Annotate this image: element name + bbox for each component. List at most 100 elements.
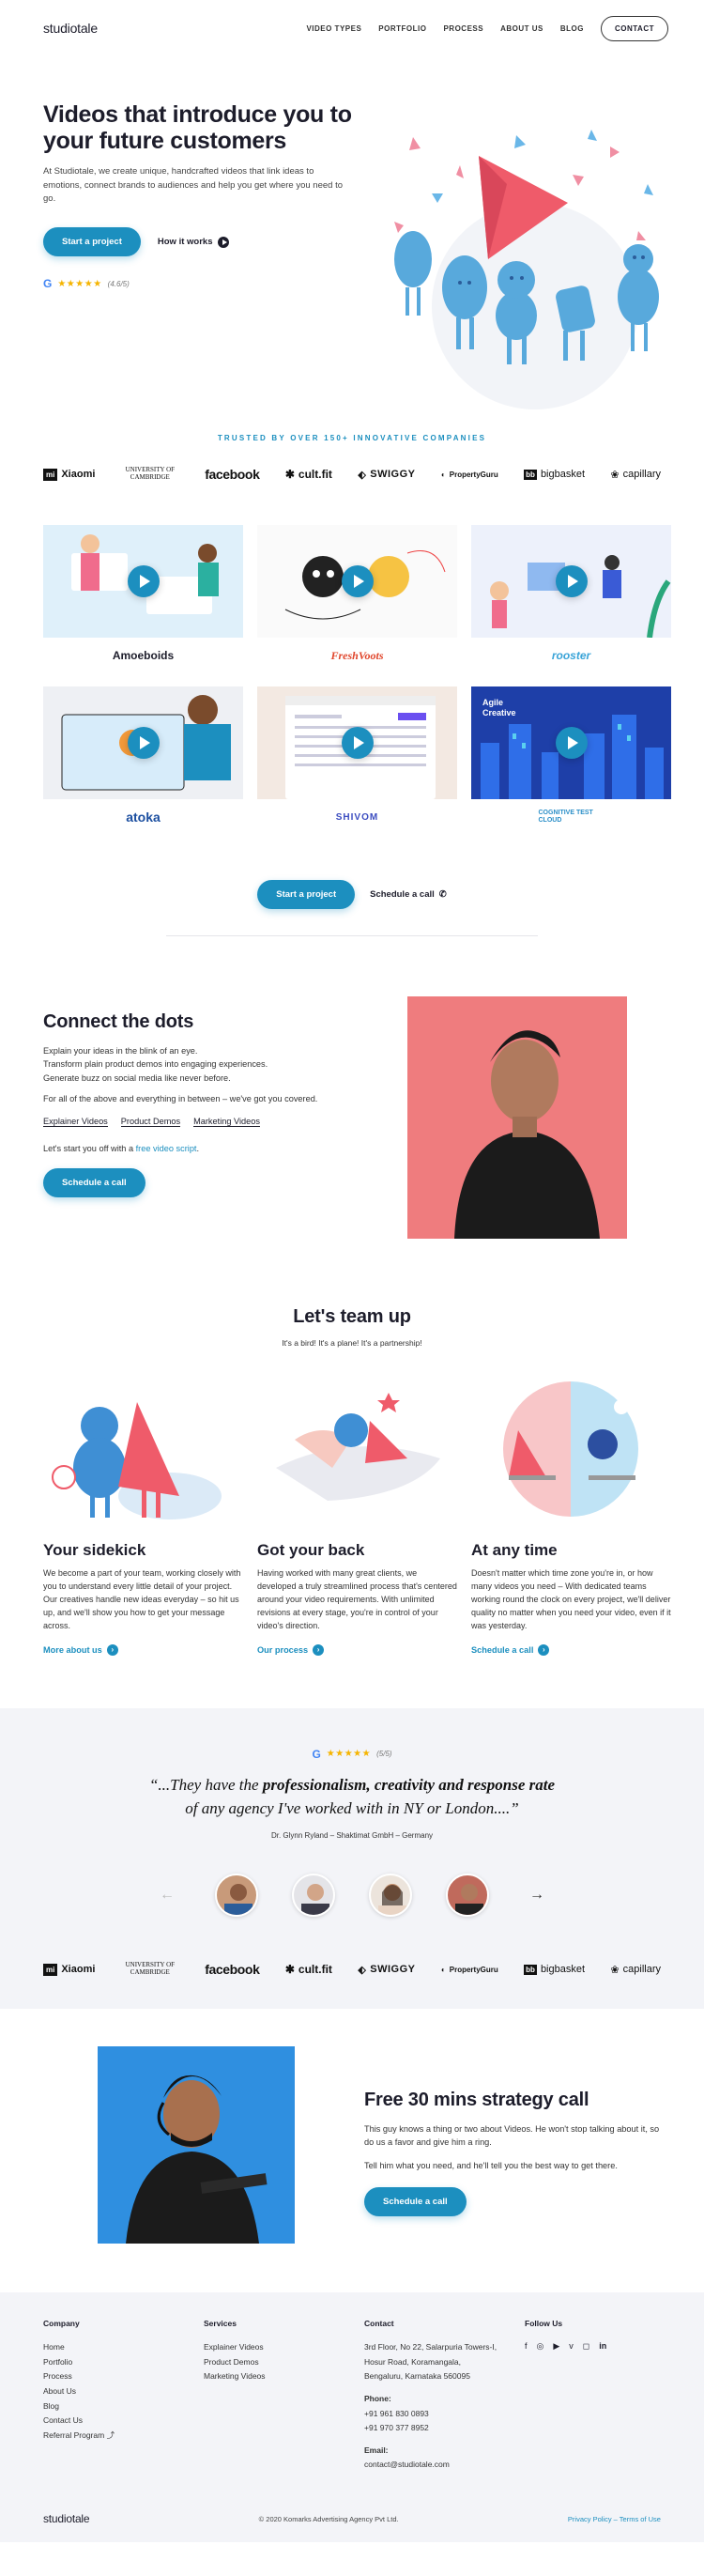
prev-arrow-icon[interactable]: ← [153, 1887, 181, 1904]
footer-link-marketing[interactable]: Marketing Videos [204, 2370, 364, 2383]
connect-title: Connect the dots [43, 1011, 194, 1032]
play-button-icon[interactable] [127, 727, 160, 759]
play-button-icon[interactable] [127, 565, 160, 597]
got-your-back-illustration [276, 1393, 440, 1502]
hero-text: Videos that introduce you to your future… [43, 101, 362, 290]
footer-link-referral[interactable]: Referral Program ⤴ [43, 2429, 204, 2443]
product-demos-link[interactable]: Product Demos [120, 1117, 181, 1127]
video-thumbnail[interactable] [43, 525, 243, 638]
more-about-us-link[interactable]: More about us › [43, 1643, 243, 1656]
testimonial-rating: G ★★★★★ (5/5) [0, 1748, 704, 1761]
schedule-call-link-2[interactable]: Schedule a call › [471, 1643, 671, 1656]
footer-link-contact[interactable]: Contact Us [43, 2414, 204, 2428]
testimonial-section: G ★★★★★ (5/5) “...They have the professi… [0, 1707, 704, 2010]
strategy-title: Free 30 mins strategy call [364, 2090, 589, 2111]
portfolio-card[interactable]: rooster [471, 525, 671, 670]
email-link[interactable]: contact@studiotale.com [364, 2459, 525, 2472]
explainer-videos-link[interactable]: Explainer Videos [43, 1117, 108, 1127]
start-project-button-2[interactable]: Start a project [257, 880, 356, 909]
play-button-icon[interactable] [555, 727, 588, 759]
logo-xiaomi: mi Xiaomi [43, 468, 95, 481]
video-thumbnail[interactable] [43, 686, 243, 799]
nav-video-types[interactable]: VIDEO TYPES [306, 24, 361, 33]
phone-icon: ✆ [438, 889, 447, 900]
facebook-icon[interactable]: f [525, 2341, 528, 2352]
portfolio-grid: Amoeboids FreshVoots rooster atoka SHIVO… [0, 525, 704, 831]
footer-logo[interactable]: studiotale [43, 2512, 90, 2525]
play-button-icon[interactable] [555, 565, 588, 597]
person-photo [407, 996, 627, 1239]
logo-propertyguru: ◐ PropertyGuru [441, 470, 498, 479]
gift-icon: ⤴ [106, 2429, 115, 2440]
phone-number[interactable]: +91 970 377 8952 [364, 2422, 525, 2435]
avatar-portrait [455, 1884, 483, 1916]
avatar[interactable] [446, 1874, 489, 1918]
service-links: Explainer Videos Product Demos Marketing… [43, 1117, 353, 1127]
email-label: Email: [364, 2445, 389, 2455]
nav-about-us[interactable]: ABOUT US [500, 24, 543, 33]
contact-button[interactable]: CONTACT [600, 15, 668, 41]
nav-process[interactable]: PROCESS [443, 24, 483, 33]
footer-link-process[interactable]: Process [43, 2370, 204, 2383]
avatar[interactable] [369, 1874, 412, 1918]
avatar[interactable] [215, 1874, 258, 1918]
logo-capillary-text: capillary [622, 469, 661, 480]
video-thumbnail[interactable] [471, 525, 671, 638]
footer-link-about[interactable]: About Us [43, 2385, 204, 2399]
nav-portfolio[interactable]: PORTFOLIO [378, 24, 426, 33]
rating-value: (5/5) [376, 1750, 392, 1759]
arrow-right-icon: › [538, 1643, 550, 1656]
how-it-works-link[interactable]: How it works [157, 236, 230, 248]
footer-link-explainer[interactable]: Explainer Videos [204, 2341, 364, 2354]
start-project-button[interactable]: Start a project [43, 227, 141, 257]
vimeo-icon[interactable]: v [569, 2341, 574, 2352]
site-logo[interactable]: studiotale [43, 21, 98, 36]
connect-line-2: Transform plain product demos into engag… [43, 1059, 268, 1070]
pinterest-icon[interactable]: ◎ [537, 2341, 544, 2352]
play-button-icon[interactable] [341, 727, 374, 759]
team-col-title: Your sidekick [43, 1541, 146, 1560]
capillary-mark-icon: ❀ [610, 469, 620, 481]
team-col-text: Having worked with many great clients, w… [257, 1568, 457, 1630]
next-arrow-icon[interactable]: → [523, 1887, 551, 1904]
arrow-right-icon: › [313, 1643, 325, 1656]
bb-mark-icon: bb [524, 469, 537, 480]
strategy-schedule-button[interactable]: Schedule a call [364, 2186, 467, 2216]
marketing-videos-link[interactable]: Marketing Videos [193, 1117, 260, 1127]
footer-link-demos[interactable]: Product Demos [204, 2356, 364, 2369]
instagram-icon[interactable]: ◻ [583, 2341, 589, 2352]
connect-text: Connect the dots Explain your ideas in t… [43, 1011, 353, 1198]
video-thumbnail[interactable]: Agile Creative [471, 686, 671, 799]
play-button-icon[interactable] [341, 565, 374, 597]
logo-swiggy-text: SWIGGY [370, 469, 416, 480]
portfolio-card[interactable]: FreshVoots [257, 525, 457, 670]
nav-blog[interactable]: BLOG [560, 24, 584, 33]
portfolio-card[interactable]: Amoeboids [43, 525, 243, 670]
video-thumbnail[interactable] [257, 686, 457, 799]
footer-link-blog[interactable]: Blog [43, 2400, 204, 2414]
free-video-script-link[interactable]: free video script [136, 1144, 197, 1153]
strategy-text-2: Tell him what you need, and he'll tell y… [364, 2160, 618, 2170]
portfolio-card[interactable]: SHIVOM [257, 686, 457, 831]
portfolio-card[interactable]: atoka [43, 686, 243, 831]
youtube-icon[interactable]: ▶ [553, 2341, 559, 2352]
schedule-call-button[interactable]: Schedule a call [43, 1168, 145, 1198]
how-it-works-label: How it works [157, 237, 213, 248]
footer-company: Company Home Portfolio Process About Us … [43, 2319, 204, 2474]
schedule-call-link[interactable]: Schedule a call ✆ [370, 889, 447, 900]
avatar[interactable] [292, 1874, 335, 1918]
video-thumbnail[interactable] [257, 525, 457, 638]
footer-heading: Services [204, 2319, 237, 2329]
footer-follow: Follow Us f ◎ ▶ v ◻ in [525, 2319, 685, 2474]
phone-number[interactable]: +91 961 830 0893 [364, 2408, 525, 2421]
logo-swiggy: ⬖ SWIGGY [358, 1964, 415, 1976]
portfolio-card[interactable]: Agile Creative COGNITIVE TEST CLOUD [471, 686, 671, 831]
client-name: COGNITIVE TEST CLOUD [538, 810, 593, 824]
testimonial-carousel: ← → [0, 1874, 704, 1918]
linkedin-icon[interactable]: in [599, 2341, 606, 2352]
team-columns: Your sidekick We become a part of your t… [0, 1374, 704, 1656]
footer-link-portfolio[interactable]: Portfolio [43, 2356, 204, 2369]
legal-links[interactable]: Privacy Policy – Terms of Use [568, 2515, 661, 2523]
footer-link-home[interactable]: Home [43, 2341, 204, 2354]
our-process-link[interactable]: Our process › [257, 1643, 457, 1656]
